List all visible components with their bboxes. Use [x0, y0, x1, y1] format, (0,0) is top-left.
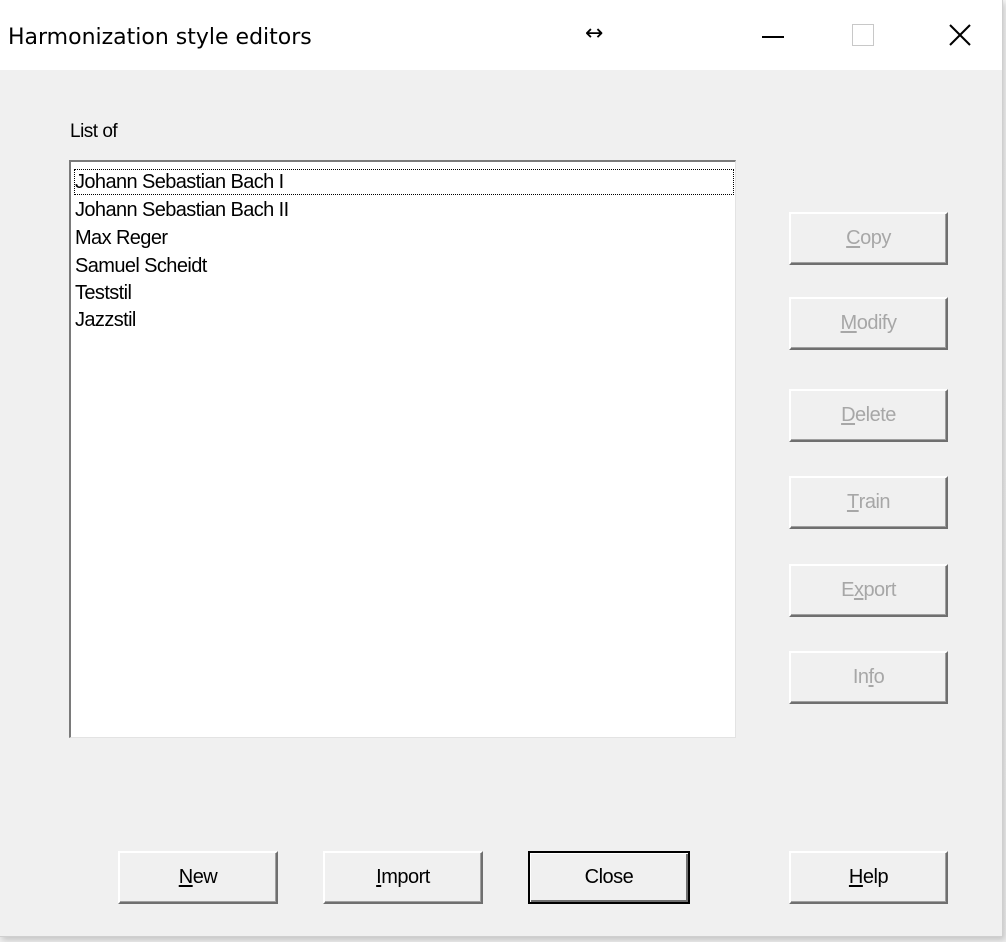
new-label-mnemonic: N: [178, 866, 193, 888]
help-label-post: elp: [862, 866, 889, 888]
list-item[interactable]: Max Reger: [75, 226, 168, 250]
list-item[interactable]: Samuel Scheidt: [75, 254, 207, 278]
delete-label-mnemonic: D: [841, 404, 856, 426]
close-icon: [949, 24, 971, 46]
maximize-icon: [852, 24, 874, 46]
modify-label-post: odify: [856, 312, 897, 334]
delete-label-post: elete: [855, 404, 896, 426]
close-window-button[interactable]: [930, 10, 990, 60]
list-item[interactable]: Jazzstil: [75, 308, 136, 332]
title-bar[interactable]: Harmonization style editors ↔: [0, 0, 1002, 70]
list-item[interactable]: Johann Sebastian Bach I: [74, 169, 734, 195]
copy-label-post: opy: [860, 227, 891, 249]
train-label-post: rain: [858, 491, 891, 513]
window-title: Harmonization style editors: [8, 25, 312, 50]
style-listbox[interactable]: Johann Sebastian Bach I Johann Sebastian…: [69, 160, 736, 738]
minimize-icon: [762, 36, 784, 38]
list-item[interactable]: Johann Sebastian Bach II: [75, 198, 289, 222]
export-label-post: port: [863, 579, 896, 601]
copy-button[interactable]: Copy: [789, 212, 948, 265]
new-button[interactable]: New: [118, 851, 278, 904]
info-label-pre: In: [852, 666, 869, 688]
export-button[interactable]: Ex port: [789, 564, 948, 617]
modify-label-mnemonic: M: [840, 312, 858, 334]
close-label: Close: [584, 866, 634, 888]
list-item[interactable]: Teststil: [75, 281, 132, 305]
train-button[interactable]: Train: [789, 476, 948, 529]
minimize-button[interactable]: [743, 10, 803, 60]
export-label-pre: E: [841, 579, 854, 601]
export-label-mnemonic: x: [853, 579, 864, 601]
new-label-post: ew: [192, 866, 218, 888]
train-label-mnemonic: T: [846, 491, 859, 513]
close-button[interactable]: Close: [528, 851, 690, 904]
dialog-window: Harmonization style editors ↔ List of Jo…: [0, 0, 1003, 937]
list-label: List of: [70, 121, 118, 142]
resize-arrows-icon: ↔: [585, 21, 604, 46]
copy-label-mnemonic: C: [846, 227, 861, 249]
modify-button[interactable]: Modify: [789, 297, 948, 350]
delete-button[interactable]: Delete: [789, 389, 948, 442]
import-button[interactable]: Import: [323, 851, 483, 904]
help-button[interactable]: Help: [789, 851, 948, 904]
import-label-post: mport: [381, 866, 430, 888]
info-button[interactable]: In f o: [789, 651, 948, 704]
maximize-button[interactable]: [833, 10, 893, 60]
help-label-mnemonic: H: [848, 866, 863, 888]
info-label-post: o: [873, 666, 885, 688]
